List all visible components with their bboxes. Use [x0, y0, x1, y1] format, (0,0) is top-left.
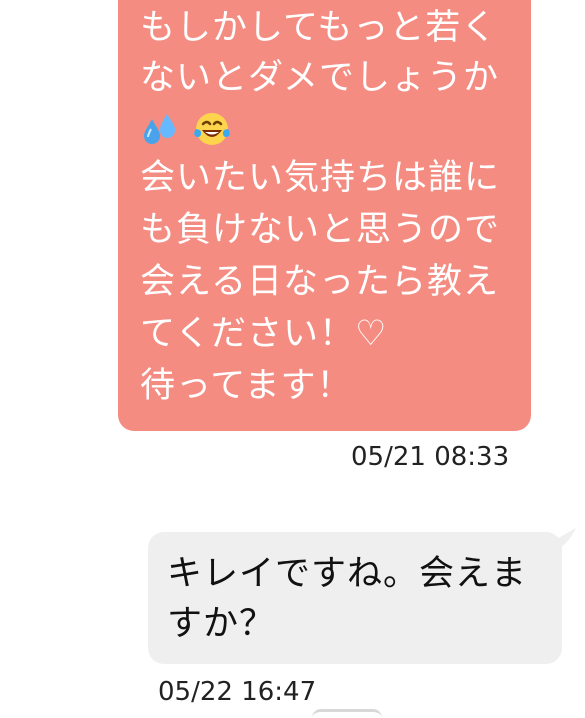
- outgoing-message-timestamp: 05/22 16:47: [158, 677, 317, 707]
- incoming-message-line-6: 会える日なったら教え: [140, 262, 499, 302]
- outgoing-message-line-2: すか？: [167, 604, 276, 644]
- incoming-message-line-2: ないとダメでしょうか: [140, 58, 499, 98]
- sweat-droplets-icon: [144, 114, 175, 144]
- incoming-message-bubble[interactable]: もしかしてもっと若く ないとダメでしょうか 会いたい気持ちは誰に も負けないと思…: [118, 0, 531, 431]
- outgoing-message-line-1: キレイですね。会えま: [167, 554, 528, 594]
- incoming-message-emoji-line: [140, 108, 232, 149]
- outgoing-message-bubble[interactable]: キレイですね。会えま すか？: [148, 532, 562, 664]
- face-with-tears-of-joy-icon: [194, 113, 230, 145]
- incoming-message-line-8: 待ってます！: [140, 366, 353, 406]
- incoming-message-line-7: てください！♡: [140, 314, 388, 354]
- incoming-message-line-4: 会いたい気持ちは誰に: [140, 158, 501, 198]
- partial-next-element: [312, 709, 382, 718]
- incoming-message-line-1: もしかしてもっと若く: [140, 8, 498, 48]
- incoming-message-timestamp: 05/21 08:33: [351, 442, 510, 472]
- incoming-message-line-5: も負けないと思うので: [140, 210, 501, 250]
